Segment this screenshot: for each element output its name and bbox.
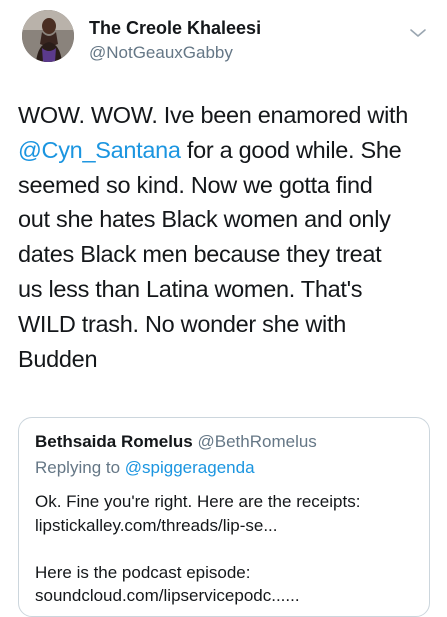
tweet-text-line: WOW. WOW. Ive been enamored with bbox=[18, 98, 438, 133]
quoted-text-line: Here is the podcast episode: bbox=[35, 562, 251, 582]
text-segment: for a good while. She bbox=[180, 136, 402, 163]
tweet-header: The Creole Khaleesi @NotGeauxGabby bbox=[0, 0, 447, 90]
quoted-tweet-card[interactable]: Bethsaida Romelus @BethRomelus Replying … bbox=[18, 417, 430, 617]
tweet-text-line: Budden bbox=[18, 342, 438, 377]
tweet-text-line: us less than Latina women. That's bbox=[18, 272, 438, 307]
quoted-display-name: Bethsaida Romelus bbox=[35, 432, 193, 451]
text-segment: Budden bbox=[18, 345, 98, 372]
quoted-handle: @BethRomelus bbox=[197, 432, 317, 451]
text-segment: WILD trash. No wonder she with bbox=[18, 310, 346, 337]
tweet-text-line: dates Black men because they treat bbox=[18, 237, 438, 272]
tweet-text-line: @Cyn_Santana for a good while. She bbox=[18, 133, 438, 168]
quoted-link: lipstickalley.com/threads/lip-se... bbox=[35, 515, 278, 535]
profile-photo-icon bbox=[22, 10, 74, 62]
quoted-link: soundcloud.com/lipservicepodc...... bbox=[35, 586, 300, 605]
quoted-text-line: Ok. Fine you're right. Here are the rece… bbox=[35, 492, 361, 511]
quoted-text-line bbox=[35, 537, 420, 561]
tweet-text: WOW. WOW. Ive been enamored with @Cyn_Sa… bbox=[18, 98, 438, 376]
text-segment: seemed so kind. Now we gotta find bbox=[18, 171, 373, 198]
replying-to-label: Replying to bbox=[35, 458, 125, 477]
replying-to-handle[interactable]: @spiggeragenda bbox=[125, 458, 255, 477]
quoted-tweet-text: Ok. Fine you're right. Here are the rece… bbox=[35, 490, 420, 608]
replying-to: Replying to @spiggeragenda bbox=[35, 458, 255, 478]
mention-link[interactable]: @Cyn_Santana bbox=[18, 137, 181, 163]
text-segment: WOW. WOW. Ive been enamored with bbox=[18, 102, 409, 128]
chevron-down-icon[interactable] bbox=[408, 26, 428, 40]
text-segment: dates Black men because they treat bbox=[18, 241, 382, 268]
tweet-text-line: WILD trash. No wonder she with bbox=[18, 307, 438, 342]
tweet-text-line: out she hates Black women and only bbox=[18, 202, 438, 237]
author-handle[interactable]: @NotGeauxGabby bbox=[89, 43, 233, 63]
quoted-author: Bethsaida Romelus @BethRomelus bbox=[35, 432, 317, 452]
author-avatar[interactable] bbox=[22, 10, 74, 62]
text-segment: out she hates Black women and only bbox=[18, 206, 391, 233]
author-display-name[interactable]: The Creole Khaleesi bbox=[89, 18, 261, 39]
tweet-text-line: seemed so kind. Now we gotta find bbox=[18, 168, 438, 203]
text-segment: us less than Latina women. That's bbox=[18, 275, 363, 302]
